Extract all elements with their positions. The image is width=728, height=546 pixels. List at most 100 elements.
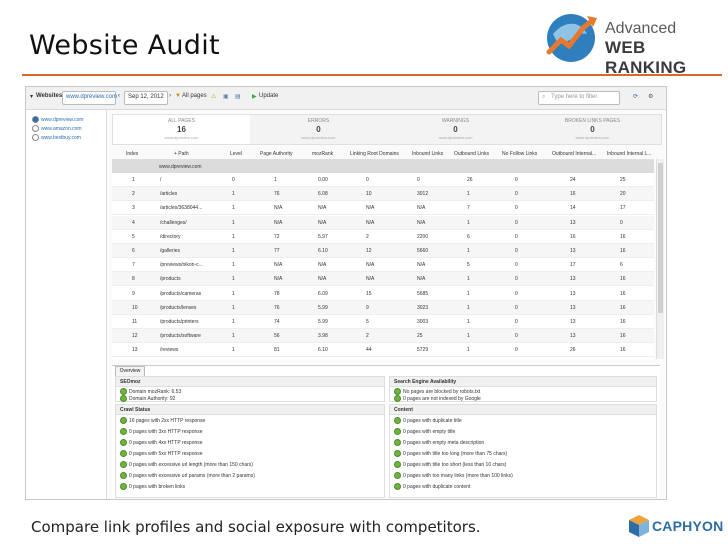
table-cell: /articles/3638044... <box>160 205 203 212</box>
panel-header: Crawl Status <box>116 405 384 415</box>
summary-tabs: ALL PAGES 16 www.dpreview.com ERRORS 0 w… <box>112 114 662 145</box>
scrollbar-thumb[interactable] <box>658 163 663 313</box>
table-cell: 15 <box>366 290 372 297</box>
column-header[interactable]: Linking Root Domains <box>350 151 399 157</box>
table-cell: N/A <box>274 205 283 212</box>
table-cell: 0 <box>515 191 518 198</box>
table-row[interactable]: 1 / 0 1 0.00 0 0 26 0 24 25 <box>112 173 654 187</box>
site-select[interactable]: www.dpreview.com <box>62 91 117 105</box>
list-item: 0 pages with title too long (more than 7… <box>394 450 507 457</box>
list-item: 0 pages with excessive url params (more … <box>120 472 255 479</box>
table-row[interactable]: 13/reviews 1 81 6.10 44 5729 1 0 26 16 <box>112 343 654 358</box>
list-item: 0 pages with duplicate title <box>394 417 462 424</box>
table-cell: N/A <box>318 219 327 226</box>
table-row[interactable]: 12/products/software 1 56 3.98 2 25 1 0 13 16 <box>112 329 654 344</box>
stat-sub: www.dpreview.com <box>575 135 610 140</box>
column-header[interactable]: Page Authority <box>260 151 293 157</box>
forward-icon[interactable]: › <box>169 93 171 99</box>
site-label: www.bestbuy.com <box>41 134 81 141</box>
table-cell: 13 <box>570 319 576 325</box>
list-item: 0 pages with too many links (more than 1… <box>394 472 513 479</box>
table-cell: N/A <box>366 205 375 212</box>
sidebar-site-1[interactable]: www.dpreview.com <box>32 116 84 123</box>
table-cell: 1 <box>467 333 470 340</box>
table-cell: 1 <box>467 219 470 226</box>
table-cell: 5.99 <box>318 319 328 325</box>
filter-icon[interactable]: ▼ <box>175 93 181 99</box>
table-cell: 1 <box>232 219 235 226</box>
advanced-web-ranking-logo: Advanced WEB RANKING <box>543 8 723 77</box>
column-header[interactable]: + Path <box>174 151 189 157</box>
table-row[interactable]: 10/products/lenses 1 76 5.99 9 3023 1 0 13 16 <box>112 300 654 315</box>
refresh-icon[interactable]: ⟳ <box>633 93 638 100</box>
check-icon <box>394 388 401 395</box>
check-icon <box>120 428 127 435</box>
panel-title: Search Engine Availability <box>394 379 457 385</box>
column-header[interactable]: Index <box>126 151 138 157</box>
sidebar-site-3[interactable]: www.bestbuy.com <box>32 134 81 141</box>
collapse-icon[interactable]: ▾ <box>30 93 33 100</box>
tab-warnings[interactable]: WARNINGS 0 www.dpreview.com <box>387 115 524 144</box>
table-cell: 17 <box>620 205 626 212</box>
content-panel: Content 0 pages with duplicate title 0 pa… <box>389 404 657 498</box>
table-cell: 4 <box>132 219 135 226</box>
table-row[interactable]: 6/galleries 1 77 6.10 12 5660 1 0 13 16 <box>112 244 654 258</box>
column-header[interactable]: Level <box>230 151 242 157</box>
date-select[interactable]: Sep 12, 2012 <box>124 91 168 105</box>
table-row[interactable]: 7/previews/nikon-c... 1 N/A N/A N/A N/A 5 0 17 6 <box>112 258 654 273</box>
back-icon[interactable]: ‹ <box>118 93 120 99</box>
sidebar-site-2[interactable]: www.amazon.com <box>32 125 82 132</box>
table-row[interactable]: 9/products/cameras 1 78 6.09 15 5685 1 0 13 16 <box>112 287 654 301</box>
table-cell: 74 <box>274 319 280 325</box>
play-icon[interactable]: ▶ <box>252 93 257 100</box>
table-cell: N/A <box>318 262 327 269</box>
table-cell: 5685 <box>417 290 429 297</box>
table-cell: 0 <box>366 177 369 183</box>
all-pages-filter[interactable]: All pages <box>182 93 207 99</box>
table-row[interactable]: 2/articles 1 76 6.08 10 3012 1 0 16 20 <box>112 187 654 202</box>
table-cell: 3 <box>132 205 135 212</box>
column-header[interactable]: Inbound Internal L... <box>607 151 651 157</box>
column-header[interactable]: Inbound Links <box>412 151 443 157</box>
image-icon[interactable]: ▣ <box>223 93 229 100</box>
site-label: www.dpreview.com <box>41 116 84 123</box>
table-row[interactable]: 3/articles/3638044... 1 N/A N/A N/A N/A 7 0 14 17 <box>112 201 654 216</box>
table-root-row[interactable]: www.dpreview.com <box>112 160 654 173</box>
check-icon <box>394 472 401 479</box>
table-cell: 0 <box>515 333 518 340</box>
table-row[interactable]: 11/products/printers 1 74 5.99 5 3003 1 0 13 16 <box>112 315 654 329</box>
table-cell: 13 <box>570 219 576 226</box>
gear-icon[interactable]: ⚙ <box>648 93 653 100</box>
table-cell: 72 <box>274 233 280 240</box>
check-icon <box>394 450 401 457</box>
search-icon: ⌕ <box>542 94 546 100</box>
tab-errors[interactable]: ERRORS 0 www.dpreview.com <box>250 115 387 144</box>
table-cell: 16 <box>570 191 576 198</box>
table-cell: 6 <box>620 262 623 269</box>
table-row[interactable]: 4/challenges/1 N/A N/A N/A N/A 1 0 13 0 <box>112 215 654 230</box>
item-text: Domain Authority: 92 <box>129 395 176 402</box>
filter-search-input[interactable]: ⌕ Type here to filter <box>538 91 620 105</box>
table-cell: 1 <box>232 304 235 311</box>
tab-all-pages[interactable]: ALL PAGES 16 www.dpreview.com <box>113 115 250 144</box>
title-divider <box>22 74 722 76</box>
site-label: www.amazon.com <box>41 125 82 132</box>
table-scrollbar[interactable] <box>656 159 664 359</box>
table-row[interactable]: 8/products 1 N/A N/A N/A N/A 1 0 13 16 <box>112 272 654 287</box>
column-header[interactable]: No Follow Links <box>502 151 537 157</box>
table-cell: N/A <box>274 219 283 226</box>
table-cell: 1 <box>467 276 470 283</box>
tab-broken-links[interactable]: BROKEN LINKS PAGES 0 www.dpreview.com <box>524 115 661 144</box>
item-text: 0 pages with duplicate title <box>403 417 462 424</box>
warning-icon[interactable]: ⚠ <box>211 93 216 100</box>
table-header: Index + Path Level Page Authority mozRank Lin… <box>112 147 654 160</box>
update-button[interactable]: Update <box>259 93 278 99</box>
column-header[interactable]: Outbound Internal... <box>552 151 596 157</box>
column-header[interactable]: Outbound Links <box>454 151 489 157</box>
table-cell: 5 <box>132 233 135 240</box>
panel-title: Crawl Status <box>120 407 151 413</box>
column-header[interactable]: mozRank <box>312 151 333 157</box>
radio-icon <box>32 116 39 123</box>
table-row[interactable]: 5/directory 1 72 5.97 2 2200 6 0 16 16 <box>112 230 654 244</box>
export-icon[interactable]: ▤ <box>235 93 241 100</box>
